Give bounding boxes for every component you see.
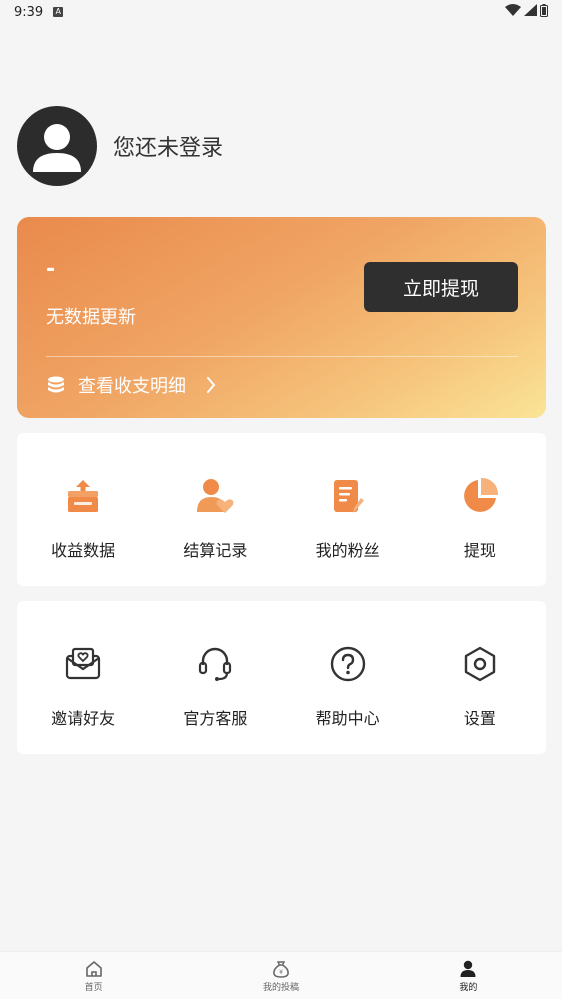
- menu-item-my-fans[interactable]: 我的粉丝: [282, 433, 414, 586]
- balance-status: 无数据更新: [46, 307, 136, 328]
- pie-chart-icon: [459, 475, 501, 517]
- nav-label: 首页: [84, 983, 103, 993]
- status-bar: 9:39 A: [0, 0, 562, 24]
- primary-menu-card: 收益数据 结算记录 我的粉丝 提现: [17, 433, 546, 586]
- secondary-menu-card: 邀请好友 官方客服 帮助中心 设置: [17, 601, 546, 754]
- menu-label: 设置: [463, 709, 496, 728]
- view-transactions-label: 查看收支明细: [78, 376, 186, 397]
- person-icon: [458, 958, 478, 980]
- coin-stack-icon: [46, 375, 66, 395]
- balance-card: - 无数据更新 立即提现 查看收支明细: [17, 217, 546, 418]
- menu-label: 提现: [463, 541, 496, 560]
- menu-item-settings[interactable]: 设置: [414, 601, 546, 754]
- menu-item-customer-service[interactable]: 官方客服: [149, 601, 281, 754]
- default-avatar-icon: [33, 124, 81, 172]
- nav-tab-home[interactable]: 首页: [0, 952, 187, 999]
- question-circle-icon: [327, 643, 369, 685]
- headset-icon: [194, 643, 236, 685]
- chevron-right-icon: [206, 376, 216, 394]
- wifi-icon: [505, 4, 521, 20]
- menu-item-help-center[interactable]: 帮助中心: [282, 601, 414, 754]
- view-transactions-link[interactable]: 查看收支明细: [46, 372, 216, 398]
- card-divider: [46, 356, 518, 357]
- avatar[interactable]: [17, 106, 97, 186]
- nav-label: 我的投稿: [262, 983, 299, 993]
- nav-label: 我的: [459, 983, 478, 993]
- menu-item-settlement-records[interactable]: 结算记录: [149, 433, 281, 586]
- money-bag-icon: ¥: [271, 958, 291, 980]
- profile-header[interactable]: 您还未登录: [17, 106, 223, 186]
- home-icon: [84, 958, 104, 980]
- login-prompt[interactable]: 您还未登录: [113, 130, 223, 162]
- signal-icon: [524, 4, 537, 20]
- nav-tab-me[interactable]: 我的: [375, 952, 562, 999]
- status-notification-icon: A: [53, 7, 64, 17]
- bottom-nav: 首页 ¥ 我的投稿 我的: [0, 951, 562, 999]
- document-edit-icon: [327, 475, 369, 517]
- menu-label: 邀请好友: [51, 709, 116, 728]
- hexagon-settings-icon: [459, 643, 501, 685]
- menu-label: 结算记录: [183, 541, 248, 560]
- menu-item-withdraw[interactable]: 提现: [414, 433, 546, 586]
- menu-label: 帮助中心: [315, 709, 380, 728]
- svg-text:¥: ¥: [279, 969, 283, 976]
- balance-amount: -: [46, 257, 56, 282]
- user-heart-icon: [194, 475, 236, 517]
- menu-label: 我的粉丝: [315, 541, 380, 560]
- menu-label: 官方客服: [183, 709, 248, 728]
- envelope-heart-icon: [62, 643, 104, 685]
- inbox-upload-icon: [62, 475, 104, 517]
- status-time: 9:39: [14, 4, 44, 20]
- battery-icon: [540, 3, 548, 21]
- menu-item-invite-friends[interactable]: 邀请好友: [17, 601, 149, 754]
- menu-item-earnings[interactable]: 收益数据: [17, 433, 149, 586]
- nav-tab-my-submissions[interactable]: ¥ 我的投稿: [187, 952, 374, 999]
- withdraw-now-button[interactable]: 立即提现: [364, 262, 518, 312]
- menu-label: 收益数据: [51, 541, 116, 560]
